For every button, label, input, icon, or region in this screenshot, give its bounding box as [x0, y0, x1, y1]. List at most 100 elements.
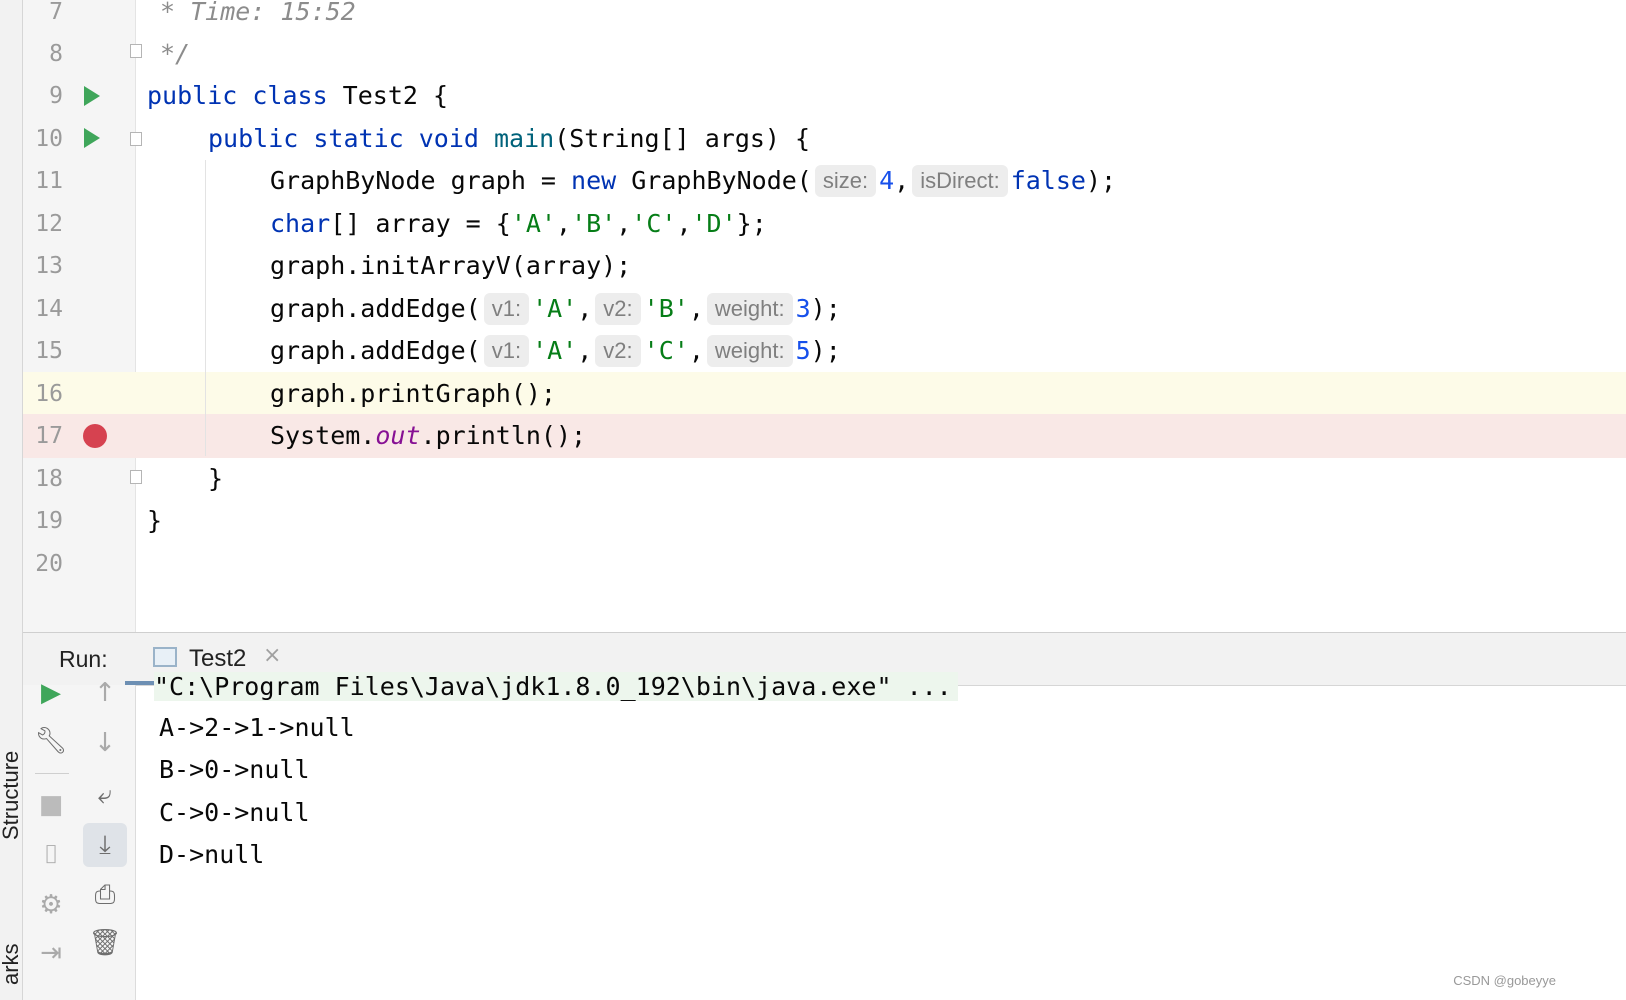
rerun-icon[interactable]: ▶ [29, 671, 73, 715]
run-panel-title: Run: [59, 646, 108, 672]
code-line-9[interactable]: public class Test2 { [147, 74, 448, 118]
wrench-icon[interactable]: 🔧︎ [29, 719, 73, 763]
code-text: , [894, 166, 910, 195]
code-line-7[interactable]: * Time: 15:52 [160, 0, 356, 34]
breakpoint-icon[interactable] [83, 424, 107, 448]
line-number: 11 [35, 168, 63, 194]
code-text: , [616, 209, 632, 238]
parameter-hint: v1: [483, 335, 530, 367]
parameter-hint: isDirect: [912, 165, 1008, 197]
command-line: "C:\Program Files\Java\jdk1.8.0_192\bin\… [154, 672, 958, 701]
debug-settings-icon[interactable]: ⚙ [29, 883, 73, 927]
breakpoint-line-highlight [23, 414, 1626, 458]
code-text: }; [736, 209, 767, 238]
code-text: , [676, 209, 692, 238]
code-text: , [577, 336, 593, 365]
number-literal: 3 [795, 294, 811, 323]
static-field: out [375, 421, 421, 450]
code-text: GraphByNode graph = [270, 166, 572, 195]
code-text: ); [810, 294, 841, 323]
print-icon[interactable]: ⎙ [83, 873, 127, 917]
code-line-17[interactable]: System.out.println(); [270, 414, 586, 458]
fold-start-icon[interactable] [130, 132, 142, 146]
char-literal: 'B' [571, 209, 617, 238]
code-text: [] array = { [330, 209, 511, 238]
fold-end-icon[interactable] [130, 44, 142, 58]
line-number: 14 [35, 296, 63, 322]
code-text: } [147, 506, 163, 535]
console-line: A->2->1->null [159, 713, 355, 742]
number-literal: 4 [879, 166, 895, 195]
code-line-18[interactable]: } [208, 457, 223, 501]
code-text: } [208, 464, 224, 493]
trash-icon[interactable]: 🗑︎ [83, 921, 127, 965]
parameter-hint: v1: [483, 293, 530, 325]
fold-end-icon[interactable] [130, 470, 142, 484]
keyword: char [270, 209, 331, 238]
structure-tab[interactable]: Structure [0, 751, 24, 840]
comment: */ [160, 39, 191, 68]
char-literal: 'B' [643, 294, 689, 323]
method-name: main [478, 124, 555, 153]
code-text: , [556, 209, 572, 238]
scroll-to-end-icon[interactable]: ⤓ [83, 823, 127, 867]
char-literal: 'C' [643, 336, 689, 365]
code-text: graph.printGraph(); [270, 379, 556, 408]
code-text: ); [810, 336, 841, 365]
number-literal: 5 [795, 336, 811, 365]
code-text: graph.addEdge( [270, 336, 481, 365]
keyword: public class [147, 81, 328, 110]
code-text: ); [1085, 166, 1117, 195]
parameter-hint: v2: [595, 293, 641, 325]
line-number: 16 [35, 381, 63, 407]
exit-icon[interactable]: ⇥ [29, 931, 73, 975]
console-line: "C:\Program Files\Java\jdk1.8.0_192\bin\… [154, 665, 958, 709]
code-line-8[interactable]: */ [160, 32, 190, 76]
line-number: 15 [35, 338, 63, 364]
char-literal: 'A' [532, 294, 578, 323]
line-number: 13 [35, 253, 63, 279]
parameter-hint: weight: [706, 293, 793, 325]
code-line-16[interactable]: graph.printGraph(); [270, 372, 556, 416]
code-line-13[interactable]: graph.initArrayV(array); [270, 244, 631, 288]
code-text: , [577, 294, 593, 323]
char-literal: 'A' [510, 209, 556, 238]
keyword: false [1010, 166, 1086, 195]
line-number: 20 [35, 551, 63, 577]
code-line-10[interactable]: public static void main(String[] args) { [208, 117, 810, 161]
stop-icon[interactable]: ■ [29, 783, 73, 827]
console-line: C->0->null [159, 798, 310, 827]
line-number: 19 [35, 508, 63, 534]
code-text: , [688, 294, 704, 323]
code-line-15[interactable]: graph.addEdge(v1: 'A', v2: 'C', weight: 5); [270, 329, 841, 373]
parameter-hint: weight: [706, 335, 793, 367]
soft-wrap-icon[interactable]: ⤶ [83, 773, 127, 817]
down-arrow-icon[interactable]: ↓ [83, 721, 127, 765]
code-text: System. [270, 421, 376, 450]
bookmarks-tab[interactable]: arks [0, 943, 24, 985]
line-number: 10 [35, 126, 63, 152]
code-line-19[interactable]: } [147, 499, 162, 543]
tool-window-strip: Structure arks [0, 0, 23, 1000]
console-line: B->0->null [159, 755, 310, 784]
run-main-icon[interactable] [84, 128, 100, 148]
code-line-11[interactable]: GraphByNode graph = new GraphByNode(size… [270, 159, 1116, 203]
code-text: Test2 { [327, 81, 449, 110]
code-line-14[interactable]: graph.addEdge(v1: 'A', v2: 'B', weight: 3); [270, 287, 841, 331]
code-text: GraphByNode( [616, 166, 812, 195]
code-text: graph.addEdge( [270, 294, 481, 323]
char-literal: 'D' [691, 209, 737, 238]
run-class-icon[interactable] [84, 86, 100, 106]
code-text: .println(); [420, 421, 587, 450]
console-output[interactable]: "C:\Program Files\Java\jdk1.8.0_192\bin\… [136, 672, 1626, 1000]
code-text: (String[] args) { [554, 124, 811, 153]
camera-icon[interactable]: ⌷ [29, 833, 73, 877]
line-number: 8 [49, 41, 63, 67]
run-toolbar: ▶ ↑ 🔧︎ ↓ ■ ⤶ ⌷ ⤓ ⚙ ⎙ ⇥ 🗑︎ [23, 678, 136, 1000]
char-literal: 'C' [631, 209, 677, 238]
parameter-hint: size: [814, 165, 877, 197]
code-line-12[interactable]: char[] array = {'A','B','C','D'}; [270, 202, 767, 246]
watermark: CSDN @gobeyye [1453, 973, 1556, 988]
up-arrow-icon[interactable]: ↑ [83, 671, 127, 715]
line-number: 17 [35, 423, 63, 449]
